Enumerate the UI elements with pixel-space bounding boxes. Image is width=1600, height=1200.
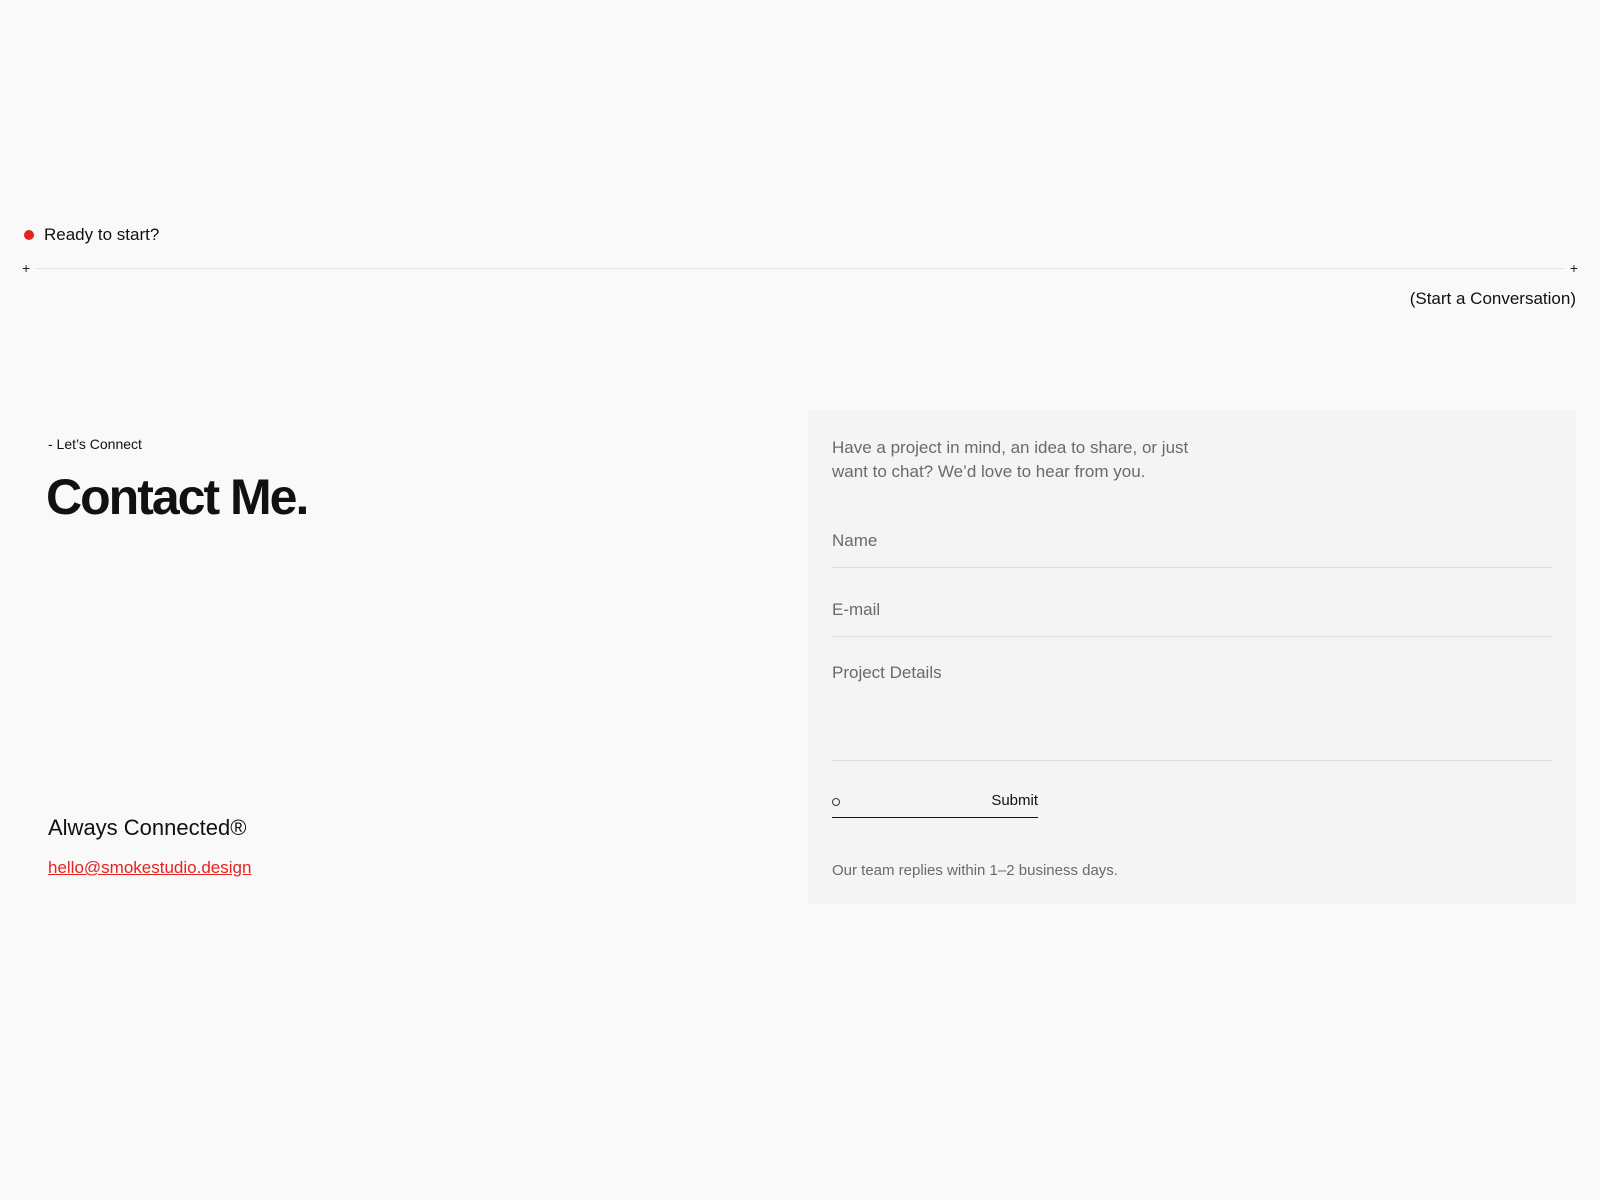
project-details-container bbox=[832, 663, 1552, 761]
contact-page: Ready to start? + + (Start a Conversatio… bbox=[0, 0, 1600, 1200]
page-title: Contact Me. bbox=[46, 469, 309, 525]
form-intro-text: Have a project in mind, an idea to share… bbox=[832, 438, 1189, 481]
always-connected-label: Always Connected® bbox=[48, 815, 247, 840]
plus-icon: + bbox=[1569, 260, 1578, 276]
plus-icon: + bbox=[22, 260, 31, 276]
divider-line bbox=[36, 268, 1564, 269]
email-input[interactable] bbox=[832, 600, 1552, 620]
email-link[interactable]: hello@smokestudio.design bbox=[48, 858, 251, 878]
eyebrow-text: Ready to start? bbox=[44, 225, 160, 244]
project-details-input[interactable] bbox=[832, 663, 1552, 743]
ready-eyebrow: Ready to start? bbox=[24, 225, 159, 245]
start-conversation-link[interactable]: (Start a Conversation) bbox=[1410, 289, 1576, 309]
submit-label: Submit bbox=[991, 792, 1038, 809]
reply-note: Our team replies within 1–2 business day… bbox=[832, 862, 1118, 879]
name-input[interactable] bbox=[832, 531, 1552, 551]
email-field-container bbox=[832, 600, 1552, 637]
section-divider: + + bbox=[22, 260, 1578, 276]
circle-icon bbox=[832, 798, 840, 806]
submit-button[interactable]: Submit bbox=[832, 791, 1038, 818]
contact-form-panel: Have a project in mind, an idea to share… bbox=[808, 411, 1576, 904]
section-kicker: - Let’s Connect bbox=[48, 436, 142, 452]
status-dot-icon bbox=[24, 230, 34, 240]
name-field-container bbox=[832, 531, 1552, 568]
